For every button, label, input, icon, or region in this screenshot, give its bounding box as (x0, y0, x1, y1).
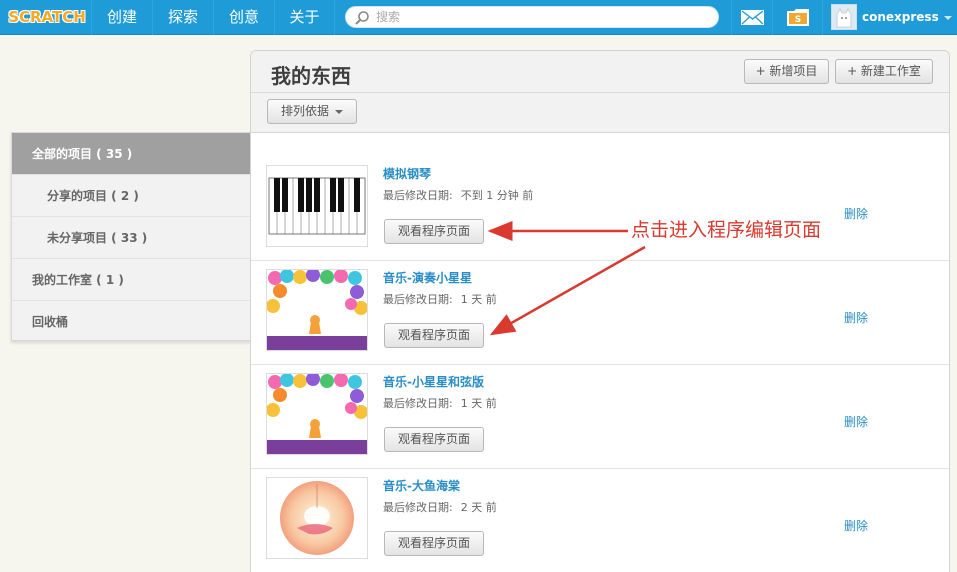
my-stuff-button[interactable]: S (772, 0, 822, 35)
project-title[interactable]: 音乐-大鱼海棠 (383, 477, 460, 494)
project-date: 最后修改日期: 1 天 前 (383, 291, 497, 307)
project-date: 最后修改日期: 不到 1 分钟 前 (383, 187, 533, 203)
new-project-button[interactable]: + 新增项目 (744, 59, 829, 84)
balloons-thumbnail-icon (267, 374, 367, 454)
sidebar-item-all-projects[interactable]: 全部的项目 ( 35 ) (12, 133, 250, 175)
svg-text:S: S (795, 15, 801, 25)
project-thumbnail[interactable] (266, 373, 368, 455)
date-label: 最后修改日期: (383, 397, 453, 410)
view-project-button[interactable]: 观看程序页面 (384, 531, 484, 556)
project-title[interactable]: 音乐-小星星和弦版 (383, 373, 484, 390)
cat-avatar-icon (836, 8, 852, 28)
sidebar-item-trash[interactable]: 回收桶 (12, 301, 250, 343)
project-title[interactable]: 模拟钢琴 (383, 165, 431, 182)
project-date: 最后修改日期: 2 天 前 (383, 499, 497, 515)
mail-icon (741, 10, 764, 25)
sidebar: 全部的项目 ( 35 ) 分享的项目 ( 2 ) 未分享项目 ( 33 ) 我的… (11, 132, 251, 341)
nav-create[interactable]: 创建 (91, 0, 152, 35)
avatar (831, 4, 857, 30)
sidebar-item-unshared[interactable]: 未分享项目 ( 33 ) (12, 217, 250, 259)
nav-about[interactable]: 关于 (274, 0, 335, 35)
date-label: 最后修改日期: (383, 293, 453, 306)
search-icon (355, 11, 369, 25)
date-value: 1 天 前 (460, 397, 497, 410)
folder-icon: S (787, 9, 809, 26)
project-row: 音乐-演奏小星星 最后修改日期: 1 天 前 观看程序页面 删除 (251, 261, 949, 365)
messages-button[interactable] (731, 0, 772, 35)
project-thumbnail[interactable] (266, 269, 368, 351)
project-date: 最后修改日期: 1 天 前 (383, 395, 497, 411)
sort-bar: 排列依据 (251, 93, 949, 133)
date-label: 最后修改日期: (383, 501, 453, 514)
delete-link[interactable]: 删除 (844, 205, 868, 222)
chevron-down-icon (944, 16, 952, 20)
date-label: 最后修改日期: (383, 189, 453, 202)
chevron-down-icon (335, 109, 343, 114)
main-panel: 我的东西 + 新增项目 + 新建工作室 排列依据 模拟钢琴 最后修改日期: 不到… (250, 50, 950, 572)
sort-label: 排列依据 (280, 104, 329, 118)
search-box[interactable] (345, 6, 719, 28)
scratch-logo[interactable]: SCRATCH (8, 4, 86, 30)
view-project-button[interactable]: 观看程序页面 (384, 427, 484, 452)
delete-link[interactable]: 删除 (844, 413, 868, 430)
sidebar-item-studios[interactable]: 我的工作室 ( 1 ) (12, 259, 250, 301)
date-value: 不到 1 分钟 前 (460, 189, 534, 202)
project-thumbnail[interactable] (266, 165, 368, 247)
date-value: 2 天 前 (460, 501, 497, 514)
sidebar-item-shared[interactable]: 分享的项目 ( 2 ) (12, 175, 250, 217)
project-row: 音乐-大鱼海棠 最后修改日期: 2 天 前 观看程序页面 删除 (251, 469, 949, 572)
date-value: 1 天 前 (460, 293, 497, 306)
nav-explore[interactable]: 探索 (152, 0, 213, 35)
project-row: 模拟钢琴 最后修改日期: 不到 1 分钟 前 观看程序页面 删除 (251, 157, 949, 261)
project-row: 音乐-小星星和弦版 最后修改日期: 1 天 前 观看程序页面 删除 (251, 365, 949, 469)
piano-thumbnail-icon (267, 166, 367, 246)
project-title[interactable]: 音乐-演奏小星星 (383, 269, 472, 286)
fish-thumbnail-icon (267, 478, 367, 558)
username: conexpress (862, 10, 939, 24)
nav-ideas[interactable]: 创意 (213, 0, 274, 35)
main-header: 我的东西 + 新增项目 + 新建工作室 (251, 51, 949, 93)
delete-link[interactable]: 删除 (844, 517, 868, 534)
top-nav-bar: SCRATCH 创建 探索 创意 关于 S (0, 0, 957, 35)
annotation-text: 点击进入程序编辑页面 (631, 219, 822, 241)
user-menu[interactable]: conexpress (822, 0, 957, 35)
balloons-thumbnail-icon (267, 270, 367, 350)
view-project-button[interactable]: 观看程序页面 (384, 219, 484, 244)
view-project-button[interactable]: 观看程序页面 (384, 323, 484, 348)
project-thumbnail[interactable] (266, 477, 368, 559)
delete-link[interactable]: 删除 (844, 309, 868, 326)
page-title: 我的东西 (271, 64, 351, 88)
sort-dropdown[interactable]: 排列依据 (267, 99, 357, 124)
search-input[interactable] (376, 7, 706, 27)
new-studio-button[interactable]: + 新建工作室 (835, 59, 933, 84)
